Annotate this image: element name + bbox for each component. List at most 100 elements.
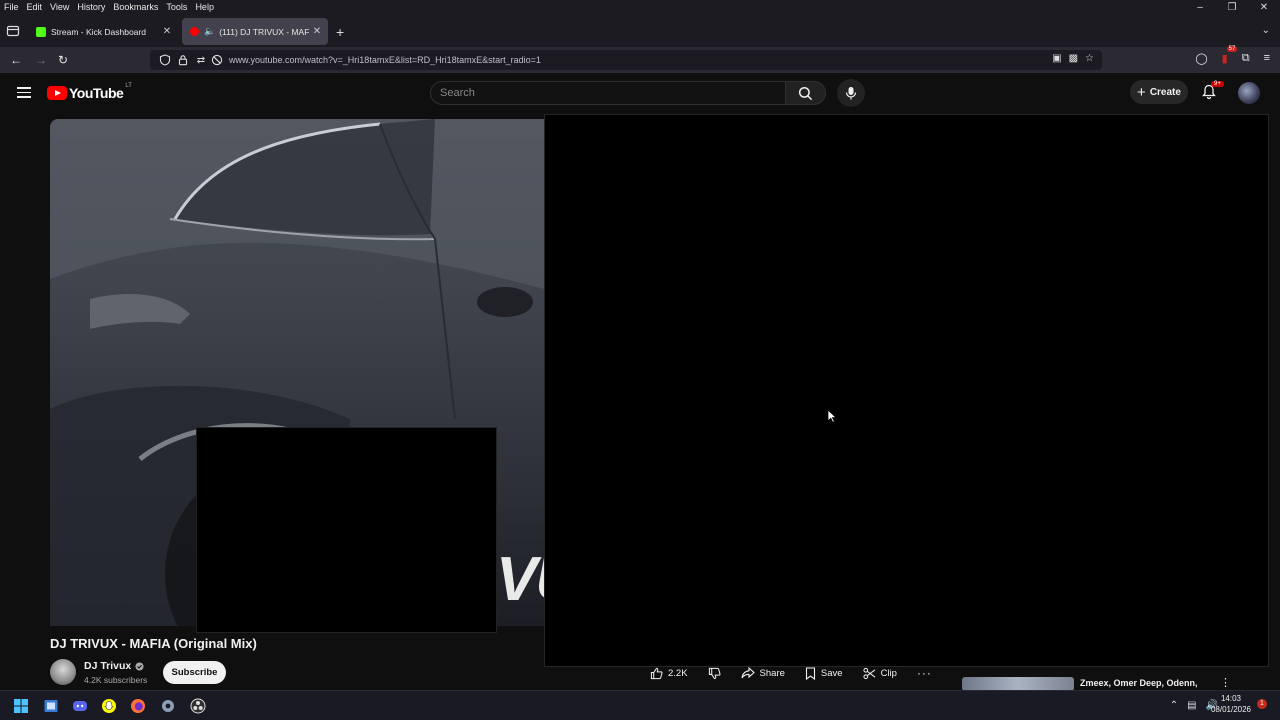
- menu-file[interactable]: File: [0, 0, 23, 15]
- close-tab-icon[interactable]: ✕: [160, 26, 174, 37]
- video-actions: 2.2K Share Save Clip ···: [644, 663, 938, 683]
- youtube-play-icon: [47, 86, 67, 100]
- audio-playing-icon[interactable]: 🔈: [204, 26, 215, 37]
- settings-gear-icon[interactable]: [160, 698, 176, 714]
- like-count: 2.2K: [668, 667, 688, 679]
- channel-avatar[interactable]: [50, 659, 76, 685]
- microphone-icon: [845, 87, 857, 100]
- save-label: Save: [820, 667, 843, 679]
- search-button[interactable]: [786, 81, 826, 105]
- thumbs-down-icon: [708, 667, 721, 679]
- tray-expand-icon[interactable]: ⌃: [1170, 700, 1178, 711]
- recommendation-title[interactable]: Zmeex, Omer Deep, Odenn,: [1080, 678, 1198, 688]
- tab-kick-dashboard[interactable]: Stream - Kick Dashboard ✕: [28, 18, 178, 45]
- search-icon: [798, 86, 813, 100]
- youtube-header: YouTube LT + Create 9+: [0, 73, 1280, 113]
- blank-overlay-panel-large: [544, 114, 1269, 667]
- obs-studio-icon[interactable]: [190, 698, 206, 714]
- extensions-puzzle-icon[interactable]: ⧉: [1242, 52, 1250, 65]
- autoplay-blocked-icon[interactable]: [211, 54, 223, 66]
- thumbs-up-icon: [650, 667, 663, 679]
- tab-list-icon[interactable]: [6, 24, 20, 38]
- create-label: Create: [1149, 86, 1181, 98]
- clock-date: 08/01/2026: [1210, 705, 1252, 714]
- plus-icon: +: [1137, 83, 1146, 101]
- youtube-wordmark: YouTube: [69, 85, 124, 101]
- taskbar-clock[interactable]: 14:03 08/01/2026: [1206, 693, 1256, 715]
- scissors-icon: [862, 667, 875, 679]
- clip-button[interactable]: Clip: [857, 663, 903, 683]
- browser-menubar: File Edit View History Bookmarks Tools H…: [0, 0, 1280, 15]
- tab-title: Stream - Kick Dashboard: [51, 26, 146, 37]
- permissions-icon[interactable]: ⇄: [193, 55, 209, 66]
- channel-name-row[interactable]: DJ Trivux: [84, 660, 144, 672]
- menu-edit[interactable]: Edit: [23, 0, 47, 15]
- tab-overflow-icon[interactable]: ⌄: [1262, 25, 1270, 36]
- share-button[interactable]: Share: [735, 663, 791, 683]
- mouse-cursor-icon: [827, 409, 837, 423]
- channel-name[interactable]: DJ Trivux: [84, 660, 131, 672]
- close-window-icon[interactable]: ✕: [1248, 0, 1280, 15]
- recommendation-more-icon[interactable]: ⋮: [1220, 676, 1231, 689]
- voice-search-button[interactable]: [837, 79, 865, 107]
- firefox-icon[interactable]: [130, 698, 146, 714]
- notification-count-badge[interactable]: 1: [1257, 699, 1267, 709]
- bookmark-star-icon[interactable]: ☆: [1085, 53, 1094, 64]
- extension-ublock-icon[interactable]: ▮ 57: [1222, 46, 1238, 65]
- verified-icon: [135, 661, 144, 671]
- windows-start-icon[interactable]: [13, 698, 29, 714]
- menu-tools[interactable]: Tools: [162, 0, 191, 15]
- menu-bookmarks[interactable]: Bookmarks: [109, 0, 162, 15]
- minimize-icon[interactable]: –: [1184, 0, 1216, 15]
- youtube-logo[interactable]: YouTube LT: [47, 83, 132, 101]
- shield-icon[interactable]: [159, 54, 171, 66]
- recommendation-thumbnail[interactable]: [962, 677, 1074, 691]
- close-tab-icon[interactable]: ✕: [310, 26, 324, 37]
- network-icon[interactable]: ▤: [1187, 700, 1196, 711]
- menu-history[interactable]: History: [73, 0, 109, 15]
- tab-youtube-video[interactable]: 🔈 (111) DJ TRIVUX - MAFIA (O ✕: [182, 18, 328, 45]
- window-controls: – ❐ ✕: [1184, 0, 1280, 15]
- tab-strip: Stream - Kick Dashboard ✕ 🔈 (111) DJ TRI…: [0, 15, 1280, 47]
- discord-icon[interactable]: [72, 698, 88, 714]
- snapchat-icon[interactable]: [101, 698, 117, 714]
- extension-badge: 57: [1226, 46, 1238, 52]
- create-button[interactable]: + Create: [1130, 80, 1188, 104]
- save-to-pocket-icon[interactable]: ▩: [1069, 53, 1078, 64]
- clip-label: Clip: [880, 667, 897, 679]
- youtube-tab-icon: [190, 27, 199, 36]
- back-icon[interactable]: ←: [10, 53, 22, 67]
- search-input[interactable]: [431, 82, 785, 104]
- task-view-icon[interactable]: [43, 698, 59, 714]
- app-menu-icon[interactable]: ≡: [1264, 52, 1270, 65]
- subscribe-button[interactable]: Subscribe: [163, 661, 226, 684]
- share-label: Share: [759, 667, 785, 679]
- clock-time: 14:03: [1220, 694, 1242, 703]
- menu-view[interactable]: View: [46, 0, 73, 15]
- address-bar[interactable]: ⇄ www.youtube.com/watch?v=_Hri18tamxE&li…: [150, 50, 1102, 70]
- menu-help[interactable]: Help: [191, 0, 218, 15]
- hamburger-menu-icon[interactable]: [17, 87, 31, 98]
- search-box: [430, 81, 786, 105]
- new-tab-icon[interactable]: +: [336, 24, 344, 40]
- url-text: www.youtube.com/watch?v=_Hri18tamxE&list…: [229, 55, 541, 65]
- save-button[interactable]: Save: [799, 663, 849, 683]
- share-icon: [741, 667, 755, 679]
- restore-icon[interactable]: ❐: [1216, 0, 1248, 15]
- subscriber-count: 4.2K subscribers: [84, 675, 148, 685]
- kick-icon: [36, 26, 46, 37]
- lock-icon[interactable]: [177, 54, 189, 66]
- video-title: DJ TRIVUX - MAFIA (Original Mix): [50, 636, 257, 651]
- video-overlay-text: VU: [496, 545, 544, 614]
- more-actions-icon[interactable]: ···: [911, 663, 938, 683]
- reload-icon[interactable]: ↻: [58, 53, 68, 67]
- tab-title: (111) DJ TRIVUX - MAFIA (O: [219, 26, 310, 37]
- notifications-button[interactable]: 9+: [1202, 81, 1224, 105]
- windows-taskbar: ⌃ ▤ 🔊: [0, 690, 1280, 720]
- dislike-button[interactable]: [702, 663, 727, 683]
- like-button[interactable]: 2.2K: [644, 663, 694, 683]
- user-avatar[interactable]: [1238, 82, 1260, 104]
- picture-in-picture-icon[interactable]: ▣: [1052, 53, 1061, 64]
- forward-icon[interactable]: →: [35, 53, 47, 67]
- account-icon[interactable]: ◯: [1195, 52, 1207, 65]
